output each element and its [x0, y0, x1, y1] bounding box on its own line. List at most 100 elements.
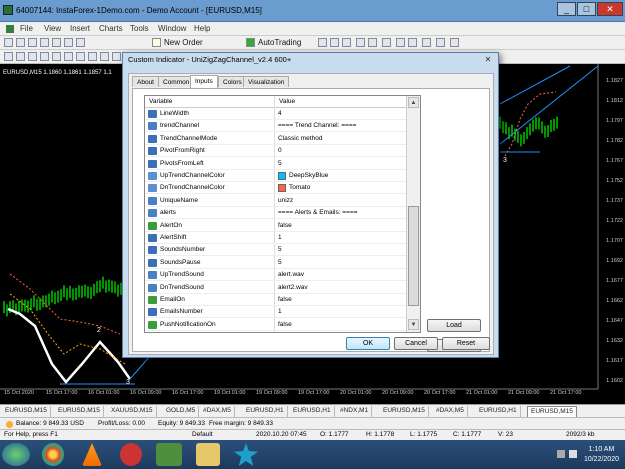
input-value[interactable]: DeepSkyBlue	[289, 172, 328, 179]
column-variable[interactable]: Variable	[149, 98, 172, 105]
chart-tab[interactable]: #NDX,M1	[337, 406, 373, 417]
chart-tab[interactable]: EURUSD,M15	[2, 406, 51, 417]
input-value[interactable]: 1	[278, 308, 282, 315]
input-value[interactable]: false	[278, 222, 292, 229]
zoom-out-icon[interactable]	[368, 38, 377, 47]
network-icon[interactable]	[569, 450, 577, 458]
tester-icon[interactable]	[76, 38, 85, 47]
autoscroll-icon[interactable]	[408, 38, 417, 47]
crosshair-icon[interactable]	[16, 52, 25, 61]
input-row[interactable]: EmailOn false	[145, 294, 407, 306]
input-row[interactable]: UpTrendChannelColor DeepSkyBlue	[145, 170, 407, 182]
chart-shift-icon[interactable]	[396, 38, 405, 47]
bar-chart-icon[interactable]	[318, 38, 327, 47]
chart-tab[interactable]: GOLD,M5	[163, 406, 200, 417]
auto-trading-button[interactable]: AutoTrading	[258, 38, 301, 48]
column-value[interactable]: Value	[279, 98, 295, 105]
chart-tab[interactable]: XAUUSD,M15	[108, 406, 157, 417]
minimize-button[interactable]: _	[557, 2, 576, 16]
window-title-bar[interactable]: 64007144: InstaForex-1Demo.com - Demo Ac…	[0, 0, 625, 22]
scroll-down-icon[interactable]: ▼	[408, 319, 419, 330]
input-row[interactable]: UniqueName unizz	[145, 195, 407, 207]
menu-charts[interactable]: Charts	[99, 24, 123, 33]
new-chart-icon[interactable]	[4, 38, 13, 47]
load-button[interactable]: Load	[427, 319, 481, 332]
new-order-button[interactable]: New Order	[164, 38, 203, 48]
input-value[interactable]: false	[278, 321, 292, 328]
vlc-icon[interactable]	[82, 443, 102, 466]
chart-tab[interactable]: #DAX,M5	[433, 406, 468, 417]
input-row[interactable]: TrendChannelMode Classic method	[145, 133, 407, 145]
input-value[interactable]: ==== Trend Channel: ====	[278, 122, 356, 129]
input-row[interactable]: AlertOn false	[145, 220, 407, 232]
chart-tab[interactable]: EURUSD,H1	[476, 406, 521, 417]
cancel-button[interactable]: Cancel	[394, 337, 438, 350]
maximize-button[interactable]: □	[577, 2, 596, 16]
scroll-thumb[interactable]	[408, 206, 419, 306]
periods-icon[interactable]	[436, 38, 445, 47]
input-row[interactable]: DnTrendChannelColor Tomato	[145, 182, 407, 195]
taskbar-clock[interactable]: 1:10 AM 10/22/2020	[584, 445, 619, 465]
close-button[interactable]: ✕	[597, 2, 623, 16]
chart-tab[interactable]: EURUSD,H1	[243, 406, 288, 417]
input-row[interactable]: UpTrendSound alert.wav	[145, 269, 407, 282]
tab-common[interactable]: Common	[158, 76, 195, 87]
app-gear-icon[interactable]	[120, 443, 142, 466]
zoom-in-icon[interactable]	[356, 38, 365, 47]
ok-button[interactable]: OK	[346, 337, 390, 350]
menu-file[interactable]: File	[20, 24, 33, 33]
chart-tab[interactable]: EURUSD,M15	[527, 406, 577, 417]
input-value[interactable]: alert2.wav	[278, 284, 308, 291]
input-row[interactable]: EmailsNumber 1	[145, 306, 407, 319]
input-row[interactable]: DnTrendSound alert2.wav	[145, 282, 407, 294]
terminal-icon[interactable]	[64, 38, 73, 47]
profiles-icon[interactable]	[16, 38, 25, 47]
chart-menu-icon[interactable]	[6, 25, 14, 33]
input-value[interactable]: false	[278, 296, 292, 303]
channel-icon[interactable]	[64, 52, 73, 61]
input-value[interactable]: 5	[278, 160, 282, 167]
tab-about[interactable]: About	[132, 76, 159, 87]
input-value[interactable]: Classic method	[278, 135, 322, 142]
input-row[interactable]: PivotFromRight 0	[145, 145, 407, 158]
chart-tab[interactable]: EURUSD,M15	[55, 406, 104, 417]
input-value[interactable]: 0	[278, 147, 282, 154]
menu-window[interactable]: Window	[158, 24, 186, 33]
text-icon[interactable]	[88, 52, 97, 61]
scroll-up-icon[interactable]: ▲	[408, 97, 419, 108]
input-row[interactable]: AlertShift 1	[145, 232, 407, 244]
data-window-icon[interactable]	[40, 38, 49, 47]
input-value[interactable]: Tomato	[289, 184, 310, 191]
input-value[interactable]: 4	[278, 110, 282, 117]
input-row[interactable]: trendChannel ==== Trend Channel: ====	[145, 120, 407, 133]
line-chart-icon[interactable]	[342, 38, 351, 47]
fibonacci-icon[interactable]	[76, 52, 85, 61]
chrome-icon[interactable]	[42, 443, 64, 466]
input-value[interactable]: unizz	[278, 197, 293, 204]
menu-insert[interactable]: Insert	[70, 24, 90, 33]
input-value[interactable]: ==== Alerts & Emails: ====	[278, 209, 358, 216]
navigator-icon[interactable]	[52, 38, 61, 47]
tab-inputs[interactable]: Inputs	[190, 75, 218, 88]
tile-windows-icon[interactable]	[382, 38, 391, 47]
horizontal-line-icon[interactable]	[40, 52, 49, 61]
input-value[interactable]: 1	[278, 234, 282, 241]
grid-scrollbar[interactable]: ▲ ▼	[406, 96, 420, 332]
input-value[interactable]: 5	[278, 246, 282, 253]
menu-view[interactable]: View	[44, 24, 61, 33]
text-label-icon[interactable]	[100, 52, 109, 61]
cursor-icon[interactable]	[4, 52, 13, 61]
input-row[interactable]: PushNotificationOn false	[145, 319, 407, 331]
chart-tab[interactable]: EURUSD,M15	[380, 406, 429, 417]
input-value[interactable]: 5	[278, 259, 282, 266]
tray-arrow-icon[interactable]	[557, 450, 565, 458]
menu-help[interactable]: Help	[194, 24, 210, 33]
start-button-icon[interactable]	[2, 443, 30, 466]
reset-button[interactable]: Reset	[442, 337, 490, 350]
input-row[interactable]: alerts ==== Alerts & Emails: ====	[145, 207, 407, 220]
input-value[interactable]: alert.wav	[278, 271, 304, 278]
indicators-icon[interactable]	[422, 38, 431, 47]
menu-tools[interactable]: Tools	[130, 24, 149, 33]
input-row[interactable]: SoundsNumber 5	[145, 244, 407, 257]
trendline-icon[interactable]	[52, 52, 61, 61]
